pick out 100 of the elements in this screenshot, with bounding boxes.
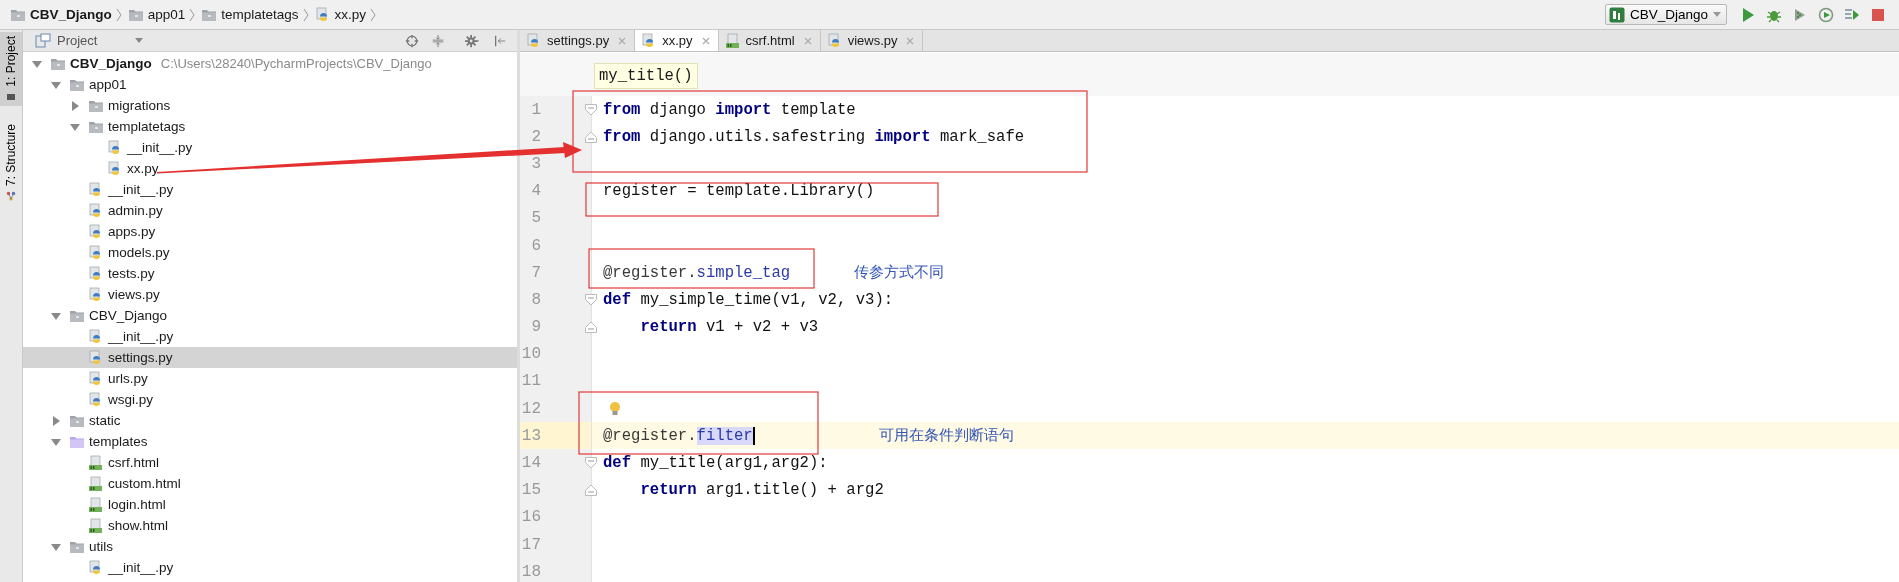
hide-panel-icon[interactable] (493, 33, 507, 48)
lightbulb-icon[interactable] (609, 400, 621, 417)
line-number: 7 (520, 259, 592, 287)
html-file-icon (88, 496, 104, 513)
tree-item[interactable]: app01 (23, 74, 517, 95)
line-number: 11 (520, 367, 592, 396)
html-file-icon (88, 475, 104, 492)
tree-item[interactable]: tests.py (23, 263, 517, 284)
breadcrumb-item[interactable]: app01 (127, 6, 186, 23)
tree-item[interactable]: urls.py (23, 368, 517, 389)
tree-item[interactable]: csrf.html (23, 452, 517, 473)
caret-icon (1713, 12, 1721, 17)
line-number: 13 (520, 422, 592, 450)
stop-icon[interactable] (1870, 6, 1886, 23)
tree-item[interactable]: static (23, 410, 517, 431)
tree-item[interactable]: show.html (23, 515, 517, 536)
crosshair-icon[interactable] (405, 33, 419, 48)
tree-item[interactable]: xx.py (23, 158, 517, 179)
expand-arrow-icon[interactable] (51, 415, 61, 426)
editor-tab[interactable]: settings.py (520, 30, 636, 51)
run-list-icon[interactable] (1844, 6, 1860, 23)
chevron-icon (370, 6, 377, 23)
expand-arrow-icon[interactable] (70, 100, 80, 111)
close-icon[interactable] (701, 36, 710, 45)
tree-item[interactable]: migrations (23, 95, 517, 116)
tree-item[interactable]: settings.py (23, 347, 517, 368)
code-line: @register.filter (603, 426, 755, 445)
tree-item[interactable]: templatetags (23, 116, 517, 137)
fold-marker-icon[interactable] (585, 484, 597, 497)
tree-item[interactable]: apps.py (23, 221, 517, 242)
fold-marker-icon[interactable] (585, 457, 597, 470)
structure-icon (6, 190, 16, 201)
fold-marker-icon[interactable] (585, 130, 597, 143)
chevron-icon (115, 6, 122, 23)
html-file-icon (88, 454, 104, 471)
code-line: def my_title(arg1,arg2): (603, 454, 828, 473)
editor-tab[interactable]: views.py (820, 30, 924, 51)
annotation-note: 传参方式不同 (854, 263, 944, 283)
expand-arrow-icon[interactable] (51, 310, 61, 321)
parameter-hint: my_title() (594, 63, 698, 89)
breadcrumb-item[interactable]: templatetags (201, 6, 299, 23)
line-number: 4 (520, 177, 592, 205)
close-icon[interactable] (803, 36, 812, 45)
code-line: @register.simple_tag (603, 263, 791, 282)
close-icon[interactable] (906, 36, 915, 45)
tree-item[interactable]: CBV_Django C:\Users\28240\PycharmProjects\CBV_Django (23, 53, 517, 74)
tree-item[interactable]: utils (23, 536, 517, 557)
app-icon (1608, 6, 1625, 23)
tool-window-tab[interactable]: 7: Structure (0, 119, 22, 205)
code-line: def my_simple_time(v1, v2, v3): (603, 290, 894, 309)
panel-title[interactable]: Project (57, 33, 98, 48)
tool-window-tab[interactable]: 1: Project (0, 32, 22, 106)
annotation-note: 可用在条件判断语句 (879, 426, 1014, 446)
line-number: 9 (520, 313, 592, 341)
editor-tab[interactable]: xx.py (635, 30, 719, 51)
tree-item[interactable]: login.html (23, 494, 517, 515)
line-number: 18 (520, 558, 592, 582)
tree-item[interactable]: wsgi.py (23, 389, 517, 410)
line-number: 10 (520, 340, 592, 368)
run-configuration-dropdown[interactable]: CBV_Django (1604, 4, 1727, 25)
tree-item[interactable]: admin.py (23, 200, 517, 221)
line-number: 1 (520, 96, 592, 124)
line-number: 5 (520, 204, 592, 232)
tree-item[interactable]: CBV_Django (23, 305, 517, 326)
tree-item[interactable]: templates (23, 431, 517, 452)
fold-marker-icon[interactable] (585, 293, 597, 306)
editor-tab[interactable]: csrf.html (718, 30, 821, 51)
line-number: 6 (520, 231, 592, 260)
tree-item[interactable]: views.py (23, 284, 517, 305)
expand-arrow-icon[interactable] (51, 79, 61, 90)
tree-item[interactable]: __init__.py (23, 557, 517, 578)
collapse-all-icon[interactable] (431, 33, 445, 48)
fold-marker-icon[interactable] (585, 103, 597, 116)
breadcrumb-item[interactable]: CBV_Django (10, 6, 112, 23)
tree-item[interactable]: __init__.py (23, 137, 517, 158)
caret-icon[interactable] (135, 38, 144, 43)
project-view-icon (35, 32, 51, 49)
code-line: from django import template (603, 100, 856, 119)
line-number: 14 (520, 449, 592, 477)
settings-icon[interactable] (463, 33, 481, 48)
line-number: 12 (520, 395, 592, 423)
expand-arrow-icon[interactable] (51, 541, 61, 552)
fold-marker-icon[interactable] (585, 321, 597, 334)
expand-arrow-icon[interactable] (70, 121, 80, 132)
tree-item[interactable]: __init__.py (23, 179, 517, 200)
expand-arrow-icon[interactable] (51, 436, 61, 447)
line-number: 16 (520, 503, 592, 531)
tree-item[interactable]: custom.html (23, 473, 517, 494)
breadcrumb-item[interactable]: xx.py (314, 6, 367, 23)
tree-item[interactable]: __init__.py (23, 326, 517, 347)
chevron-icon (189, 6, 196, 23)
play-icon[interactable] (1740, 6, 1756, 23)
tree-item[interactable]: models.py (23, 242, 517, 263)
close-icon[interactable] (618, 36, 627, 45)
square-icon (6, 91, 16, 102)
code-line: return v1 + v2 + v3 (639, 318, 819, 337)
expand-arrow-icon[interactable] (32, 58, 42, 69)
project-path: C:\Users\28240\PycharmProjects\CBV_Django (160, 56, 432, 71)
line-number: 8 (520, 286, 592, 314)
line-number: 15 (520, 476, 592, 504)
